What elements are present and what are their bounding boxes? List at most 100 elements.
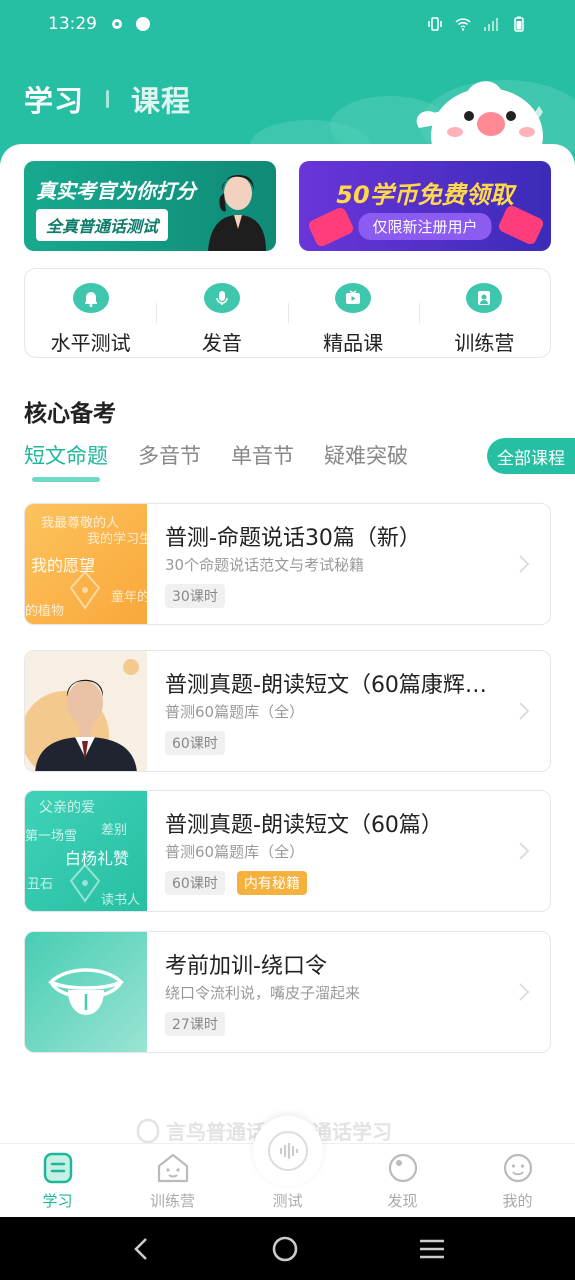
cover-text: 童年的 [111,590,147,605]
course-cover-image [25,651,147,771]
recents-menu-icon[interactable] [418,1237,446,1261]
category-tab-polysyllables[interactable]: 多音节 [138,440,201,470]
quick-menu-label: 水平测试 [50,331,131,355]
tongue-mouth-icon [48,968,124,1015]
cover-text: 第一场雪 [25,829,78,844]
quick-menu-level-test[interactable]: 水平测试 [25,269,156,357]
course-card[interactable]: 父亲的爱 第一场雪 差别 白杨礼赞 丑石 读书人 普测真题-朗读短文（60篇） … [24,790,551,912]
phone-decoration-icon [306,205,356,249]
bell-icon [72,283,109,313]
tab-study[interactable]: 学习 [24,78,84,120]
course-title: 普测真题-朗读短文（60篇） [165,813,443,838]
course-card[interactable]: 我最尊敬的人 我的学习生 我的愿望 的植物 童年的 普测-命题说话30篇（新） … [24,503,551,625]
system-navigation-bar [0,1217,575,1280]
banner-subtitle: 全真普通话测试 [36,209,169,241]
brand-logo-icon [136,1118,160,1143]
chevron-right-icon [519,555,530,573]
house-icon [157,1153,188,1183]
bottom-nav-training-camp[interactable]: 训练营 [115,1144,230,1217]
category-tabs: 短文命题 多音节 单音节 疑难突破 [24,440,408,482]
category-tab-difficulties[interactable]: 疑难突破 [324,440,408,470]
category-tab-passage-topics[interactable]: 短文命题 [24,440,108,482]
status-bar: 13:29 [0,0,575,48]
voice-wave-icon [267,1131,308,1171]
signal-icon [484,18,498,31]
pen-nib-icon [69,863,101,903]
tv-play-icon [335,283,372,313]
watermark-text: 言鸟普通话 [166,1120,266,1144]
course-cover-image [25,932,147,1052]
course-tags: 30课时 [165,584,225,608]
bottom-nav-label: 测试 [272,1192,303,1210]
bottom-navigation: 学习 训练营 测试 发现 我的 [0,1116,575,1217]
course-tags: 60课时 内有秘籍 [165,871,307,895]
settings-gear-icon [112,19,122,29]
status-time: 13:29 [48,14,97,34]
microphone-icon [203,283,240,313]
course-tags: 27课时 [165,1012,225,1036]
course-cover-image: 我最尊敬的人 我的学习生 我的愿望 的植物 童年的 [25,504,147,624]
home-icon[interactable] [271,1235,299,1263]
course-subtitle: 普测60篇题库（全） [165,703,305,721]
cover-text: 父亲的爱 [39,800,95,816]
course-subtitle: 绕口令流利说，嘴皮子溜起来 [165,984,361,1002]
tab-courses[interactable]: 课程 [131,78,191,120]
course-cover-image: 父亲的爱 第一场雪 差别 白杨礼赞 丑石 读书人 [25,791,147,911]
bottom-nav-label: 我的 [502,1192,533,1210]
lesson-count-tag: 27课时 [165,1012,225,1036]
bottom-nav-mine[interactable]: 我的 [460,1144,575,1217]
battery-icon [514,16,524,32]
course-title: 普测真题-朗读短文（60篇康辉… [165,673,487,698]
examiner-portrait-image [208,175,266,251]
banner-title: 真实考官为你打分 [36,179,196,203]
banner-title: 50学币免费领取 [336,181,514,209]
cover-text: 的植物 [25,604,65,619]
smile-face-icon [503,1153,532,1183]
wifi-icon [455,18,471,31]
quick-menu: 水平测试 发音 精品课 训练营 [24,268,551,358]
test-button-bubble [252,1116,323,1186]
pen-nib-icon [69,570,101,610]
course-subtitle: 30个命题说话范文与考试秘籍 [165,556,365,574]
lesson-count-tag: 30课时 [165,584,225,608]
quick-menu-pronunciation[interactable]: 发音 [156,269,287,357]
promo-banner-mock-exam[interactable]: 真实考官为你打分 全真普通话测试 [24,161,276,251]
lesson-count-tag: 60课时 [165,871,225,895]
quick-menu-label: 精品课 [323,331,384,355]
chevron-right-icon [519,702,530,720]
bottom-nav-discover[interactable]: 发现 [345,1144,460,1217]
quick-menu-label: 发音 [201,331,242,355]
bottom-nav-label: 学习 [42,1192,73,1210]
course-title: 考前加训-绕口令 [165,954,327,979]
section-title: 核心备考 [24,401,116,427]
back-icon[interactable] [130,1236,152,1262]
bottom-nav-study[interactable]: 学习 [0,1144,115,1217]
cover-text: 丑石 [27,877,54,892]
bottom-nav-test[interactable]: 测试 [230,1116,345,1217]
cover-text: 差别 [101,823,128,838]
planet-icon [388,1153,417,1183]
bottom-nav-label: 发现 [387,1192,418,1210]
course-card[interactable]: 普测真题-朗读短文（60篇康辉… 普测60篇题库（全） 60课时 [24,650,551,772]
chevron-right-icon [519,983,530,1001]
course-title: 普测-命题说话30篇（新） [165,526,421,551]
compass-icon [136,17,150,31]
chevron-right-icon [519,842,530,860]
quick-menu-training-camp[interactable]: 训练营 [418,269,550,357]
cover-text: 我的学习生 [87,532,147,547]
promo-banner-free-coins[interactable]: 50学币免费领取 仅限新注册用户 [299,161,551,251]
all-courses-button[interactable]: 全部课程 [487,438,575,474]
secret-tips-badge: 内有秘籍 [236,871,307,895]
course-tags: 60课时 [165,731,225,755]
course-card[interactable]: 考前加训-绕口令 绕口令流利说，嘴皮子溜起来 27课时 [24,931,551,1053]
category-tab-monosyllables[interactable]: 单音节 [231,440,294,470]
phone-decoration-icon [496,203,546,247]
banner-subtitle: 仅限新注册用户 [358,213,492,240]
quick-menu-premium-courses[interactable]: 精品课 [287,269,419,357]
tab-divider [106,90,110,108]
course-subtitle: 普测60篇题库（全） [165,843,305,861]
badge-person-icon [466,283,503,313]
presenter-portrait-image [25,659,139,771]
bottom-nav-label: 训练营 [149,1192,195,1210]
quick-menu-label: 训练营 [454,331,515,355]
